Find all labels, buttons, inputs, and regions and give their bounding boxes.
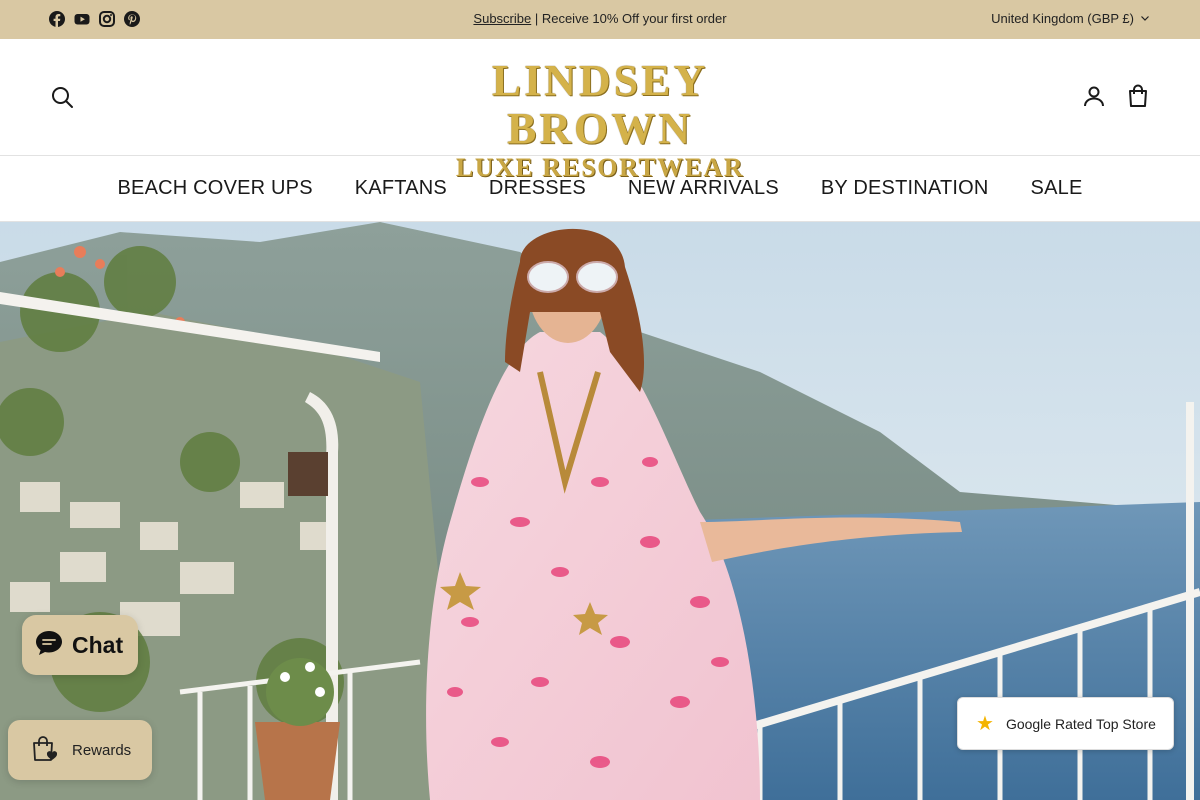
nav-item-by-destination[interactable]: BY DESTINATION: [821, 177, 989, 200]
nav-item-dresses[interactable]: DRESSES: [489, 177, 586, 200]
chevron-down-icon: [1140, 11, 1150, 26]
subscribe-link[interactable]: Subscribe: [473, 11, 531, 26]
main-nav: BEACH COVER UPS KAFTANS DRESSES NEW ARRI…: [0, 156, 1200, 222]
site-logo[interactable]: LINDSEY BROWN LUXE RESORTWEAR: [400, 57, 800, 183]
announcement-bar: Subscribe | Receive 10% Off your first o…: [0, 0, 1200, 39]
chat-button[interactable]: Chat: [22, 615, 138, 675]
chat-label: Chat: [72, 631, 124, 658]
rewards-label: Rewards: [72, 741, 132, 759]
site-header: LINDSEY BROWN LUXE RESORTWEAR: [0, 39, 1200, 183]
star-icon: ★: [976, 712, 994, 735]
nav-item-new-arrivals[interactable]: NEW ARRIVALS: [628, 177, 779, 200]
nav-item-kaftans[interactable]: KAFTANS: [355, 177, 447, 200]
chat-bubble-icon: [34, 629, 64, 662]
search-icon[interactable]: [50, 85, 74, 109]
shopping-bag-heart-icon: [30, 734, 60, 767]
announcement-text: | Receive 10% Off your first order: [531, 11, 727, 26]
cart-icon[interactable]: [1126, 84, 1150, 108]
logo-title: LINDSEY BROWN: [491, 56, 709, 153]
region-label: United Kingdom (GBP £): [991, 11, 1134, 26]
nav-item-beach-cover-ups[interactable]: BEACH COVER UPS: [118, 177, 313, 200]
google-rating-badge[interactable]: ★ Google Rated Top Store: [957, 697, 1174, 750]
account-icon[interactable]: [1082, 84, 1106, 108]
rewards-button[interactable]: Rewards: [8, 720, 152, 780]
region-selector[interactable]: United Kingdom (GBP £): [991, 11, 1150, 26]
google-rating-label: Google Rated Top Store: [1005, 715, 1156, 732]
nav-item-sale[interactable]: SALE: [1031, 177, 1083, 200]
